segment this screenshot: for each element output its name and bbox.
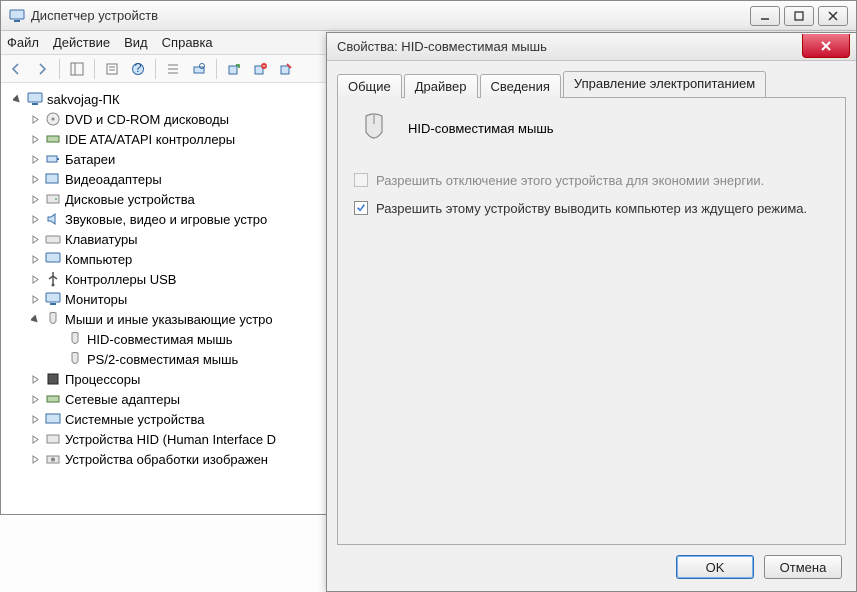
properties-dialog: Свойства: HID-совместимая мышь Общие Дра… [326, 32, 857, 592]
cancel-button[interactable]: Отмена [764, 555, 842, 579]
expand-icon[interactable] [29, 153, 41, 165]
collapse-icon[interactable] [29, 313, 41, 325]
expand-icon[interactable] [29, 233, 41, 245]
expand-icon[interactable] [29, 393, 41, 405]
menu-file[interactable]: Файл [7, 35, 39, 50]
mouse-icon [45, 311, 61, 327]
menu-help[interactable]: Справка [162, 35, 213, 50]
keyboard-icon [45, 231, 61, 247]
expand-icon[interactable] [29, 193, 41, 205]
ide-icon [45, 131, 61, 147]
disable-button[interactable] [275, 58, 297, 80]
close-button[interactable] [802, 34, 850, 58]
expand-icon[interactable] [29, 433, 41, 445]
computer-icon [27, 91, 43, 107]
update-driver-button[interactable] [223, 58, 245, 80]
mouse-icon [354, 112, 394, 144]
expand-icon[interactable] [29, 453, 41, 465]
imaging-device-icon [45, 451, 61, 467]
scan-hardware-button[interactable] [188, 58, 210, 80]
processor-icon [45, 371, 61, 387]
forward-button[interactable] [31, 58, 53, 80]
monitor-icon [45, 291, 61, 307]
minimize-button[interactable] [750, 6, 780, 26]
checkbox-input[interactable] [354, 201, 368, 215]
tab-panel-power: HID-совместимая мышь Разрешить отключени… [337, 97, 846, 545]
expand-icon[interactable] [29, 373, 41, 385]
mouse-icon [67, 331, 83, 347]
dm-titlebar[interactable]: Диспетчер устройств [1, 1, 856, 31]
dialog-buttons: OK Отмена [676, 555, 842, 579]
window-title: Диспетчер устройств [31, 8, 746, 23]
properties-button[interactable] [101, 58, 123, 80]
back-button[interactable] [5, 58, 27, 80]
expand-icon[interactable] [29, 213, 41, 225]
checkbox-input [354, 173, 368, 187]
close-button[interactable] [818, 6, 848, 26]
checkbox-allow-power-off: Разрешить отключение этого устройства дл… [354, 172, 829, 190]
tabstrip: Общие Драйвер Сведения Управление электр… [327, 61, 856, 97]
device-name: HID-совместимая мышь [408, 121, 554, 136]
collapse-icon[interactable] [11, 93, 23, 105]
expand-icon[interactable] [29, 253, 41, 265]
usb-icon [45, 271, 61, 287]
tab-general[interactable]: Общие [337, 74, 402, 98]
prop-titlebar[interactable]: Свойства: HID-совместимая мышь [327, 33, 856, 61]
sound-icon [45, 211, 61, 227]
hid-icon [45, 431, 61, 447]
expand-icon[interactable] [29, 293, 41, 305]
ok-button[interactable]: OK [676, 555, 754, 579]
dvd-icon [45, 111, 61, 127]
tab-power-management[interactable]: Управление электропитанием [563, 71, 766, 97]
uninstall-button[interactable] [249, 58, 271, 80]
tab-driver[interactable]: Драйвер [404, 74, 478, 98]
network-adapter-icon [45, 391, 61, 407]
list-button[interactable] [162, 58, 184, 80]
desktop-background [0, 516, 326, 592]
expand-icon[interactable] [29, 113, 41, 125]
expand-icon[interactable] [29, 173, 41, 185]
console-tree-button[interactable] [66, 58, 88, 80]
checkbox-allow-wake[interactable]: Разрешить этому устройству выводить комп… [354, 200, 829, 218]
battery-icon [45, 151, 61, 167]
display-adapter-icon [45, 171, 61, 187]
menu-action[interactable]: Действие [53, 35, 110, 50]
computer-icon [9, 8, 25, 24]
checkbox-label: Разрешить отключение этого устройства дл… [376, 172, 764, 190]
prop-title: Свойства: HID-совместимая мышь [337, 39, 802, 54]
system-device-icon [45, 411, 61, 427]
expand-icon[interactable] [29, 413, 41, 425]
computer-icon [45, 251, 61, 267]
tab-details[interactable]: Сведения [480, 74, 561, 98]
expand-icon[interactable] [29, 273, 41, 285]
svg-text:?: ? [134, 62, 141, 75]
checkbox-label: Разрешить этому устройству выводить комп… [376, 200, 807, 218]
expand-icon[interactable] [29, 133, 41, 145]
help-button[interactable]: ? [127, 58, 149, 80]
menu-view[interactable]: Вид [124, 35, 148, 50]
maximize-button[interactable] [784, 6, 814, 26]
tree-root-label: sakvojag-ПК [47, 92, 120, 107]
disk-drive-icon [45, 191, 61, 207]
device-header: HID-совместимая мышь [354, 112, 829, 144]
mouse-icon [67, 351, 83, 367]
